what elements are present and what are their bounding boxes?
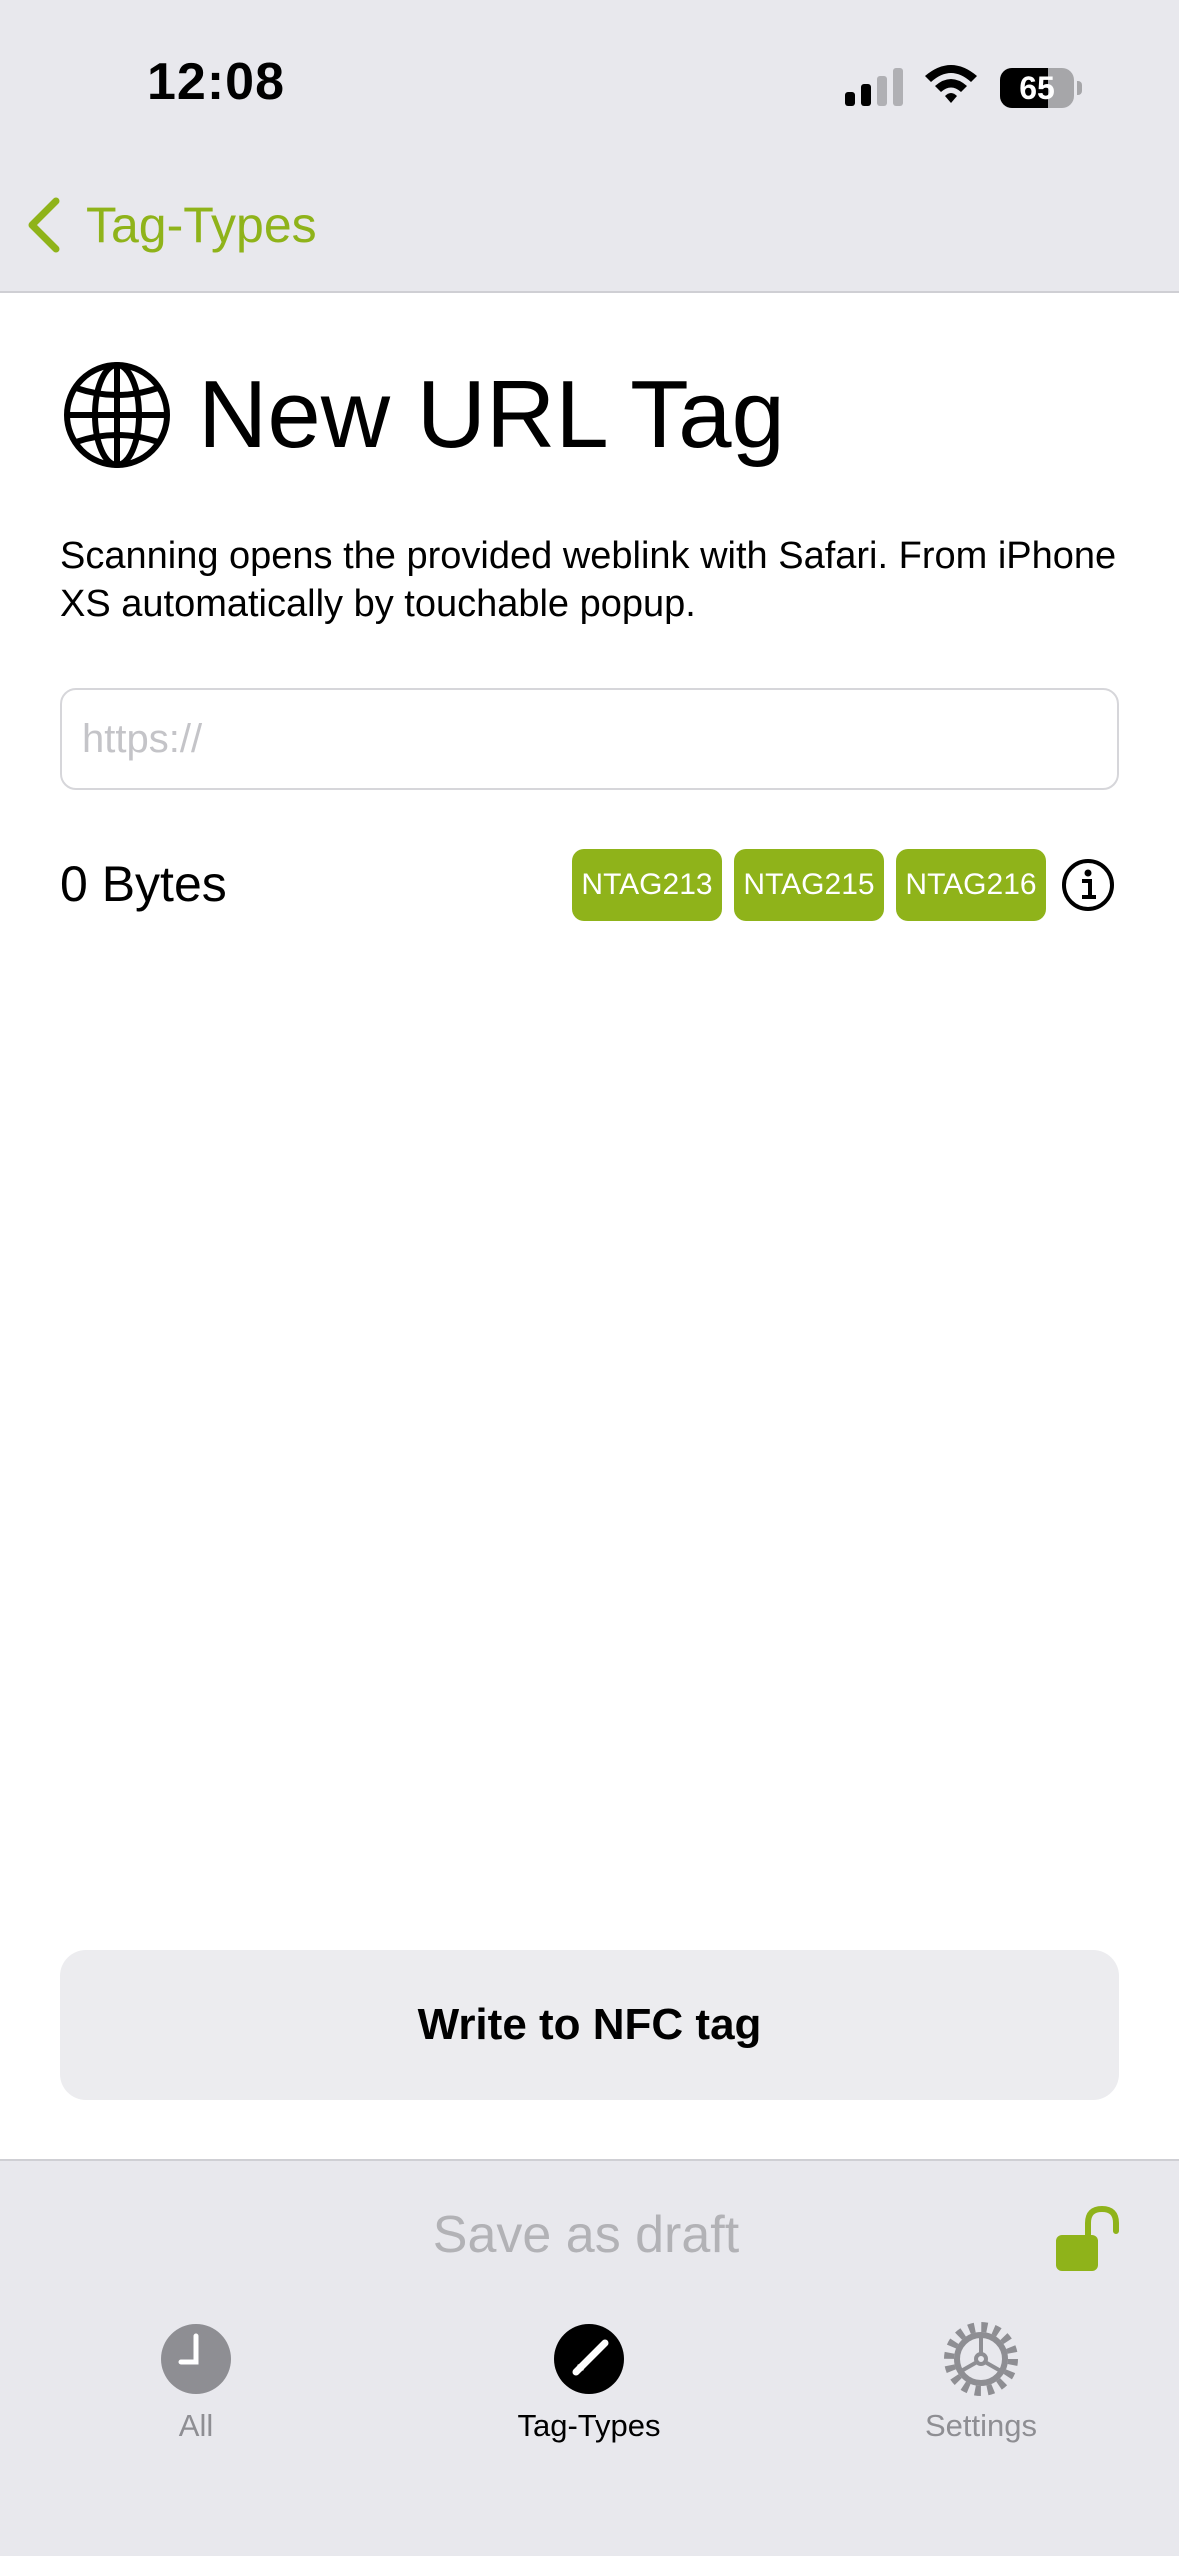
- page-title: New URL Tag: [198, 361, 785, 468]
- back-button[interactable]: Tag-Types: [24, 190, 317, 260]
- pencil-icon: [554, 2324, 624, 2394]
- tab-all-label: All: [178, 2408, 214, 2443]
- chip-ntag213: NTAG213: [572, 849, 722, 921]
- byte-count: 0 Bytes: [60, 856, 227, 912]
- tab-settings[interactable]: Settings: [871, 2322, 1091, 2444]
- tag-type-chips: NTAG213 NTAG215 NTAG216: [572, 849, 1058, 921]
- chip-ntag216: NTAG216: [896, 849, 1046, 921]
- top-bar: 12:08 65 Tag-Types: [0, 0, 1179, 293]
- wifi-icon: [925, 65, 977, 103]
- page-header: New URL Tag: [62, 355, 785, 475]
- battery-tip: [1077, 81, 1082, 95]
- battery-percentage: 65: [1019, 70, 1055, 106]
- globe-icon: [64, 362, 170, 468]
- battery-body: 65: [1000, 68, 1074, 108]
- status-time: 12:08: [147, 53, 285, 111]
- write-to-nfc-button[interactable]: Write to NFC tag: [60, 1950, 1119, 2100]
- tab-all[interactable]: All: [86, 2322, 306, 2444]
- tab-tag-types-label: Tag-Types: [517, 2408, 661, 2443]
- back-button-label: Tag-Types: [86, 197, 317, 253]
- tab-tag-types[interactable]: Tag-Types: [479, 2322, 699, 2444]
- description-text: Scanning opens the provided weblink with…: [60, 535, 1117, 625]
- url-input[interactable]: [60, 688, 1119, 790]
- gear-icon: [944, 2322, 1018, 2396]
- save-as-draft-button[interactable]: Save as draft: [0, 2205, 1172, 2265]
- info-icon[interactable]: [1061, 858, 1115, 912]
- tab-settings-label: Settings: [924, 2408, 1037, 2443]
- chevron-left-icon: [28, 197, 60, 253]
- chip-ntag215: NTAG215: [734, 849, 884, 921]
- unlocked-lock-icon[interactable]: [1050, 2205, 1124, 2275]
- write-to-nfc-label: Write to NFC tag: [417, 2000, 762, 2049]
- battery-indicator: 65: [1000, 68, 1082, 108]
- cellular-signal-icon: [845, 68, 903, 106]
- clock-icon: [161, 2324, 231, 2394]
